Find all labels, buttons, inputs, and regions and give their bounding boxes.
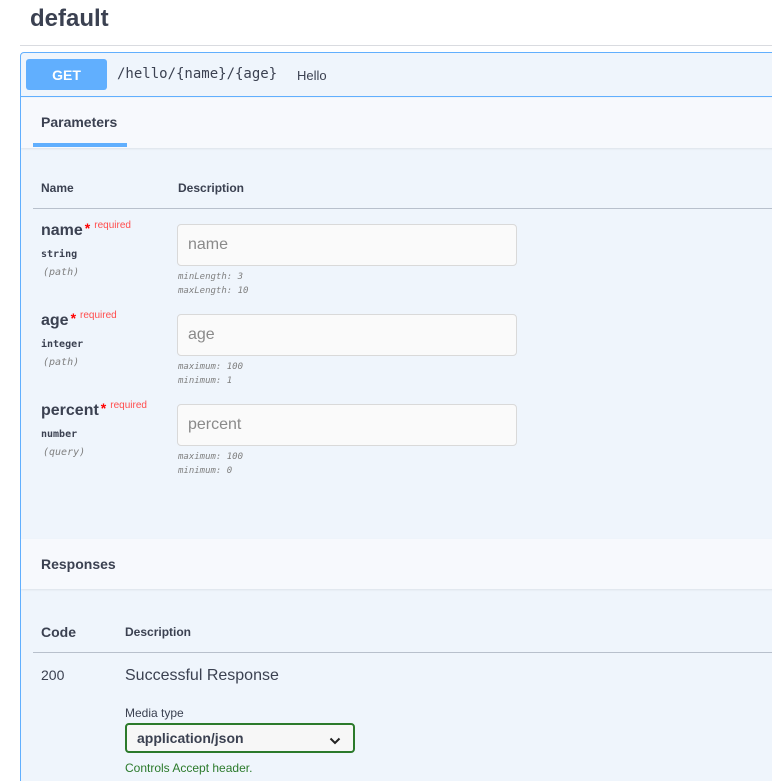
- parameters-header: Parameters: [21, 98, 772, 148]
- response-description: Successful Response: [125, 667, 279, 684]
- required-label: required: [94, 220, 131, 231]
- constraint-minimum: minimum: 0: [178, 466, 233, 476]
- age-input[interactable]: [177, 314, 517, 356]
- responses-table-divider: [33, 652, 772, 653]
- media-type-select[interactable]: application/json: [125, 723, 355, 753]
- param-in-age: (path): [43, 357, 80, 368]
- operation-summary[interactable]: GET /hello/{name}/{age} Hello: [21, 53, 772, 97]
- column-description: Description: [178, 181, 245, 195]
- column-name: Name: [41, 181, 74, 195]
- media-type-value: application/json: [137, 730, 244, 746]
- constraint-minimum: minimum: 1: [178, 376, 233, 386]
- response-code: 200: [41, 667, 65, 683]
- param-type-percent: number: [41, 429, 78, 440]
- constraint-maximum: maximum: 100: [178, 362, 244, 372]
- column-response-description: Description: [125, 625, 192, 639]
- accept-header-note: Controls Accept header.: [125, 761, 253, 775]
- method-badge: GET: [26, 59, 107, 90]
- required-star: *: [100, 400, 107, 416]
- operation-path: /hello/{name}/{age}: [117, 66, 278, 82]
- media-type-label: Media type: [125, 706, 184, 720]
- tab-parameters[interactable]: Parameters: [33, 114, 127, 130]
- param-in-name: (path): [43, 267, 80, 278]
- constraint-maxlength: maxLength: 10: [178, 286, 249, 296]
- operation-block: GET /hello/{name}/{age} Hello Parameters…: [20, 52, 772, 781]
- responses-header: Responses: [21, 539, 772, 589]
- percent-input[interactable]: [177, 404, 517, 446]
- chevron-down-icon: [329, 733, 341, 749]
- parameters-table-divider: [33, 208, 772, 209]
- tag-divider: [20, 45, 772, 46]
- param-name-name: name * required: [41, 220, 131, 239]
- param-in-percent: (query): [43, 447, 86, 458]
- operation-summary-text: Hello: [297, 68, 327, 83]
- param-type-age: integer: [41, 339, 84, 350]
- required-star: *: [84, 220, 91, 236]
- param-type-name: string: [41, 249, 78, 260]
- required-label: required: [110, 400, 147, 411]
- param-name-percent: percent * required: [41, 400, 147, 419]
- name-input[interactable]: [177, 224, 517, 266]
- tab-active-indicator: [33, 143, 127, 147]
- column-code: Code: [41, 624, 76, 640]
- constraint-minlength: minLength: 3: [178, 272, 244, 282]
- constraint-maximum: maximum: 100: [178, 452, 244, 462]
- param-name-age: age * required: [41, 310, 117, 329]
- responses-title: Responses: [41, 556, 116, 572]
- required-label: required: [80, 310, 117, 321]
- required-star: *: [70, 310, 77, 326]
- tag-title[interactable]: default: [30, 5, 109, 33]
